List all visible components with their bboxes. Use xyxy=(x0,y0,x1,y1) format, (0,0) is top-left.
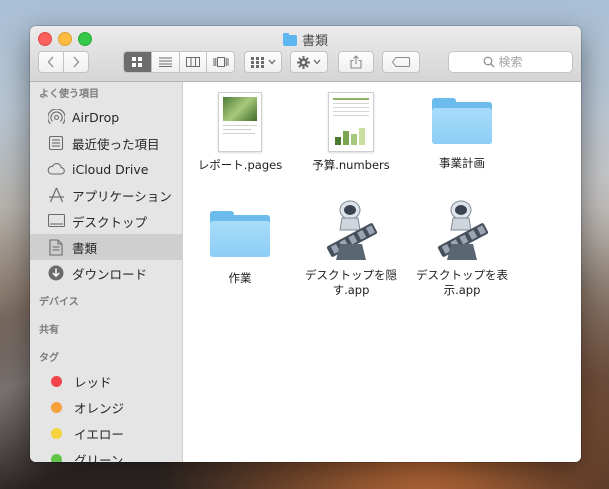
sidebar-item-applications[interactable]: アプリケーション xyxy=(30,182,182,208)
sidebar-tag-orange[interactable]: オレンジ xyxy=(30,394,182,420)
folder-item[interactable]: 事業計画 xyxy=(410,98,514,171)
share-button[interactable] xyxy=(338,51,374,73)
back-button[interactable] xyxy=(38,51,64,73)
window-title-text: 書類 xyxy=(301,34,328,49)
file-name: デスクトップを隠す.app xyxy=(305,268,397,297)
sidebar-item-documents[interactable]: 書類 xyxy=(30,234,182,260)
sidebar-item-desktop[interactable]: デスクトップ xyxy=(30,208,182,234)
documents-icon xyxy=(47,238,65,256)
column-view-button[interactable] xyxy=(180,52,208,72)
sidebar-item-label: iCloud Drive xyxy=(72,161,149,177)
file-name: レポート.pages xyxy=(197,158,283,172)
view-mode-control xyxy=(123,51,235,73)
finder-window: 書類 検索 よく使う項目 AirDrop 最近使った項目 iCloud Driv… xyxy=(30,26,581,462)
sidebar-item-label: イエロー xyxy=(74,426,124,442)
yellow-tag-icon xyxy=(51,427,62,439)
download-icon xyxy=(47,264,65,282)
sidebar-item-label: アプリケーション xyxy=(72,188,172,204)
sidebar-item-label: オレンジ xyxy=(74,400,125,416)
sidebar-item-label: 最近使った項目 xyxy=(72,136,160,152)
sidebar-item-icloud[interactable]: iCloud Drive xyxy=(30,156,182,182)
folder-icon xyxy=(432,98,492,144)
sidebar-item-label: ダウンロード xyxy=(72,266,148,282)
columns-icon xyxy=(185,57,200,67)
search-field[interactable] xyxy=(448,51,573,73)
file-name: 予算.numbers xyxy=(312,158,390,172)
chevron-down-icon xyxy=(268,59,275,65)
file-item[interactable]: 予算.numbers xyxy=(299,92,403,173)
chevron-down-icon xyxy=(313,59,321,65)
icon-grid-icon xyxy=(131,56,142,67)
search-icon xyxy=(483,56,494,68)
folder-icon xyxy=(210,211,270,257)
airdrop-icon xyxy=(47,108,65,126)
file-item[interactable]: レポート.pages xyxy=(188,92,292,173)
file-name: 事業計画 xyxy=(439,156,485,170)
tag-button[interactable] xyxy=(382,51,420,73)
sidebar-item-label: グリーン xyxy=(74,452,124,463)
sidebar-tag-red[interactable]: レッド xyxy=(30,368,182,394)
window-title: 書類 xyxy=(30,30,581,49)
automator-app-icon xyxy=(322,200,380,262)
file-name: 作業 xyxy=(228,271,252,285)
group-grid-icon xyxy=(250,56,264,68)
cloud-icon xyxy=(47,160,65,178)
file-browser: レポート.pages 予算.numbers 事業計画 作業 デスクトップを隠す.… xyxy=(183,82,581,462)
app-item[interactable]: デスクトップを表示.app xyxy=(410,200,514,298)
devices-header[interactable]: デバイス xyxy=(30,294,182,312)
icon-view-button[interactable] xyxy=(124,52,152,72)
share-icon xyxy=(350,55,362,69)
forward-button[interactable] xyxy=(63,51,89,73)
favorites-header: よく使う項目 xyxy=(39,89,99,100)
sidebar-item-label: AirDrop xyxy=(72,109,120,125)
red-tag-icon xyxy=(51,375,62,387)
list-view-button[interactable] xyxy=(152,52,180,72)
tags-header[interactable]: タグ xyxy=(30,350,182,368)
sidebar-item-label: レッド xyxy=(74,374,112,390)
green-tag-icon xyxy=(51,453,62,462)
title-bar: 書類 xyxy=(30,26,581,82)
action-button[interactable] xyxy=(290,51,328,73)
chevron-right-icon xyxy=(73,56,80,68)
sidebar-item-downloads[interactable]: ダウンロード xyxy=(30,260,182,286)
sidebar-item-label: 書類 xyxy=(72,240,98,256)
sidebar: よく使う項目 AirDrop 最近使った項目 iCloud Drive アプリケ… xyxy=(30,82,183,462)
cover-flow-icon xyxy=(213,57,229,67)
applications-icon xyxy=(47,186,65,204)
gallery-view-button[interactable] xyxy=(207,52,234,72)
automator-app-icon xyxy=(433,200,491,262)
sidebar-tag-yellow[interactable]: イエロー xyxy=(30,420,182,446)
recents-icon xyxy=(47,134,65,152)
pages-document-icon xyxy=(218,92,262,152)
gear-icon xyxy=(297,55,310,69)
folder-icon xyxy=(282,33,297,46)
sidebar-item-label: デスクトップ xyxy=(72,214,148,230)
app-item[interactable]: デスクトップを隠す.app xyxy=(299,200,403,298)
sidebar-item-recents[interactable]: 最近使った項目 xyxy=(30,130,182,156)
shared-header[interactable]: 共有 xyxy=(30,322,182,340)
file-name: デスクトップを表示.app xyxy=(416,268,508,297)
folder-item[interactable]: 作業 xyxy=(188,211,292,286)
chevron-left-icon xyxy=(47,56,54,68)
group-by-button[interactable] xyxy=(244,51,282,73)
sidebar-tag-green[interactable]: グリーン xyxy=(30,446,182,462)
sidebar-item-airdrop[interactable]: AirDrop xyxy=(30,104,182,130)
desktop-icon xyxy=(47,212,65,230)
numbers-document-icon xyxy=(328,92,374,152)
orange-tag-icon xyxy=(51,401,62,413)
tag-icon xyxy=(392,57,410,67)
search-input[interactable] xyxy=(498,55,539,69)
list-icon xyxy=(158,57,172,67)
